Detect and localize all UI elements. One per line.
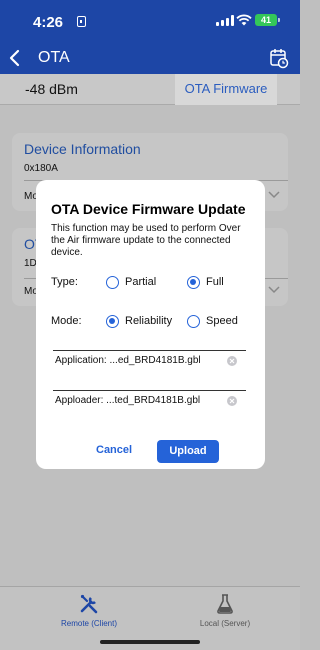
clear-apploader-icon[interactable] bbox=[227, 396, 237, 406]
status-time: 4:26 bbox=[33, 14, 64, 31]
rssi-value: -48 dBm bbox=[25, 81, 78, 97]
apploader-field-top-border bbox=[53, 390, 246, 391]
clear-application-icon[interactable] bbox=[227, 356, 237, 366]
cancel-button[interactable]: Cancel bbox=[96, 444, 132, 456]
tab-remote-client[interactable]: Remote (Client) bbox=[34, 593, 144, 628]
chevron-down-icon[interactable] bbox=[268, 191, 280, 199]
page-title: OTA bbox=[38, 49, 70, 66]
tools-icon bbox=[80, 594, 98, 614]
mode-reliability-label: Reliability bbox=[125, 315, 173, 327]
mode-reliability-radio[interactable] bbox=[106, 315, 119, 328]
tab-local-server[interactable]: Local (Server) bbox=[170, 593, 280, 628]
upload-button[interactable]: Upload bbox=[157, 440, 219, 463]
dialog-description: This function may be used to perform Ove… bbox=[51, 223, 241, 258]
mode-label: Mode: bbox=[51, 315, 82, 327]
tab-ota-firmware[interactable]: OTA Firmware bbox=[175, 74, 277, 105]
chevron-down-icon[interactable] bbox=[268, 286, 280, 294]
type-label: Type: bbox=[51, 276, 78, 288]
type-full-radio[interactable] bbox=[187, 276, 200, 289]
navigation-bar: OTA bbox=[0, 42, 300, 74]
orientation-lock-icon bbox=[77, 16, 86, 27]
tab-strip: -48 dBm OTA Firmware bbox=[0, 74, 300, 105]
flask-icon bbox=[217, 594, 233, 614]
card-title: Device Information bbox=[24, 141, 141, 157]
dialog-title: OTA Device Firmware Update bbox=[51, 201, 246, 217]
tab-remote-label: Remote (Client) bbox=[60, 619, 117, 628]
card-subtitle: 0x180A bbox=[24, 163, 58, 174]
application-file-field[interactable]: Application: ...ed_BRD4181B.gbl bbox=[55, 355, 201, 366]
home-indicator bbox=[100, 640, 200, 644]
back-chevron-icon[interactable] bbox=[6, 48, 24, 68]
apploader-file-field[interactable]: Apploader: ...ted_BRD4181B.gbl bbox=[55, 395, 200, 406]
mode-speed-radio[interactable] bbox=[187, 315, 200, 328]
calendar-clock-icon[interactable] bbox=[269, 47, 289, 69]
type-full-label: Full bbox=[206, 276, 224, 288]
type-partial-label: Partial bbox=[125, 276, 157, 288]
wifi-icon bbox=[236, 14, 252, 26]
tab-local-label: Local (Server) bbox=[199, 619, 251, 628]
application-field-top-border bbox=[53, 350, 246, 351]
card-subtitle: 1D bbox=[24, 258, 37, 269]
ota-update-dialog: OTA Device Firmware Update This function… bbox=[36, 180, 265, 469]
cellular-signal-icon bbox=[216, 15, 234, 26]
battery-indicator: 41 bbox=[255, 14, 280, 26]
header-bar: 4:26 41 OTA bbox=[0, 0, 300, 74]
type-partial-radio[interactable] bbox=[106, 276, 119, 289]
mode-speed-label: Speed bbox=[206, 315, 238, 327]
